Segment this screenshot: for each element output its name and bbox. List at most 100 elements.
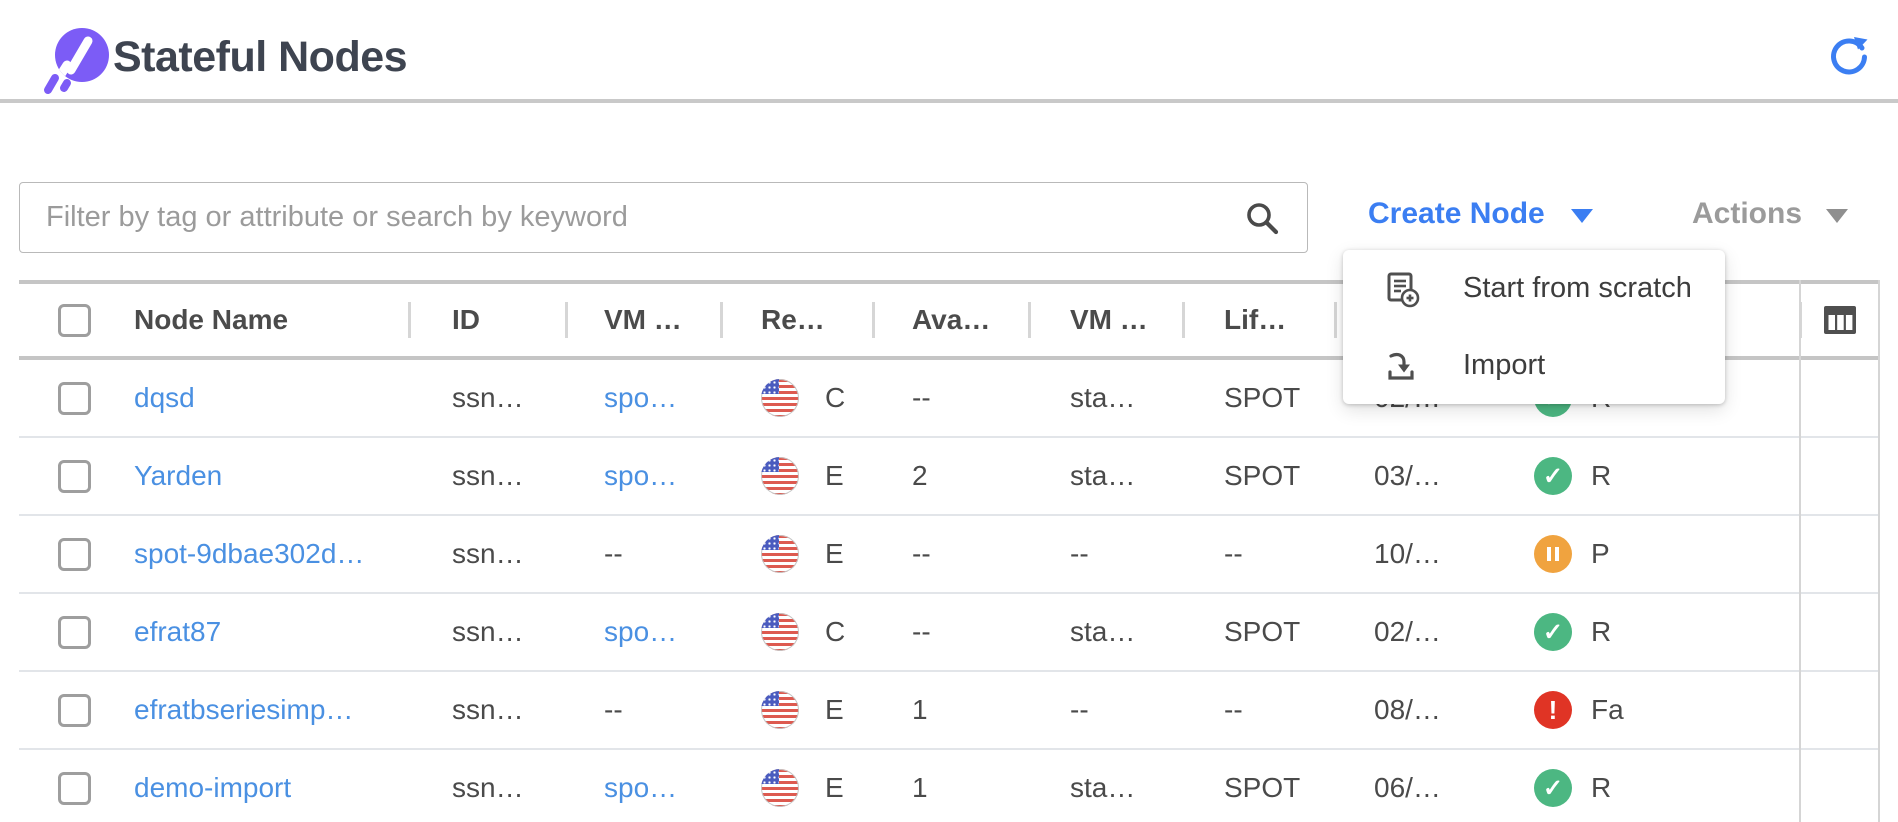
vm-link[interactable]: -- — [604, 538, 623, 570]
node-name-link[interactable]: efrat87 — [134, 616, 221, 648]
row-checkbox[interactable] — [58, 772, 91, 805]
row-checkbox[interactable] — [58, 694, 91, 727]
availability-zone-value: -- — [872, 516, 1028, 592]
import-icon — [1383, 347, 1421, 385]
column-picker-button[interactable] — [1823, 304, 1857, 339]
created-date-value: 08/… — [1334, 672, 1490, 748]
table-right-border — [1878, 280, 1880, 822]
running-status-icon — [1534, 457, 1572, 495]
chevron-down-icon — [1571, 209, 1593, 223]
status-text: R — [1591, 616, 1611, 648]
node-name-link[interactable]: spot-9dbae302d… — [134, 538, 364, 570]
running-status-icon — [1534, 769, 1572, 807]
vm-size-value: sta… — [1028, 750, 1182, 822]
node-id: ssn… — [452, 460, 524, 492]
menu-item-label: Start from scratch — [1463, 272, 1692, 305]
vm-link[interactable]: -- — [604, 694, 623, 726]
column-header-region[interactable]: Re… — [720, 284, 872, 356]
region-value: E — [825, 772, 844, 804]
row-checkbox[interactable] — [58, 616, 91, 649]
column-header-vm[interactable]: VM … — [565, 284, 720, 356]
node-name-link[interactable]: Yarden — [134, 460, 222, 492]
availability-zone-value: -- — [872, 594, 1028, 670]
filter-box — [19, 182, 1308, 253]
refresh-icon — [1828, 34, 1870, 76]
filter-input[interactable] — [19, 182, 1308, 253]
running-status-icon — [1534, 613, 1572, 651]
row-checkbox[interactable] — [58, 460, 91, 493]
table-row: demo-import ssn… spo… E 1 sta… SPOT 06/…… — [19, 750, 1880, 822]
actions-label: Actions — [1692, 197, 1802, 231]
us-flag-icon — [761, 769, 799, 807]
node-id: ssn… — [452, 772, 524, 804]
node-id: ssn… — [452, 616, 524, 648]
document-plus-icon — [1383, 270, 1421, 308]
node-name-link[interactable]: dqsd — [134, 382, 195, 414]
status-text: P — [1591, 538, 1610, 570]
create-node-label: Create Node — [1368, 197, 1545, 231]
spot-logo-icon — [40, 24, 112, 96]
vm-link[interactable]: spo… — [604, 772, 677, 804]
created-date-value: 03/… — [1334, 438, 1490, 514]
availability-zone-value: 1 — [872, 750, 1028, 822]
create-node-button[interactable]: Create Node — [1368, 197, 1593, 231]
columns-icon — [1823, 304, 1857, 336]
vm-size-value: -- — [1028, 516, 1182, 592]
node-id: ssn… — [452, 694, 524, 726]
vm-link[interactable]: spo… — [604, 616, 677, 648]
lifecycle-value: SPOT — [1182, 750, 1334, 822]
table-row: efrat87 ssn… spo… C -- sta… SPOT 02/… R — [19, 594, 1880, 672]
column-header-node-name[interactable]: Node Name — [110, 284, 408, 356]
us-flag-icon — [761, 379, 799, 417]
node-id: ssn… — [452, 538, 524, 570]
vm-size-value: sta… — [1028, 438, 1182, 514]
vm-link[interactable]: spo… — [604, 460, 677, 492]
region-value: E — [825, 538, 844, 570]
column-header-vm-size[interactable]: VM … — [1028, 284, 1182, 356]
us-flag-icon — [761, 691, 799, 729]
failed-status-icon — [1534, 691, 1572, 729]
menu-item-start-from-scratch[interactable]: Start from scratch — [1343, 250, 1725, 327]
created-date-value: 10/… — [1334, 516, 1490, 592]
table-body: dqsd ssn… spo… C -- sta… SPOT 02/… R Yar… — [19, 360, 1880, 822]
row-checkbox[interactable] — [58, 538, 91, 571]
us-flag-icon — [761, 613, 799, 651]
availability-zone-value: 1 — [872, 672, 1028, 748]
status-text: Fa — [1591, 694, 1624, 726]
vm-link[interactable]: spo… — [604, 382, 677, 414]
created-date-value: 06/… — [1334, 750, 1490, 822]
node-name-link[interactable]: demo-import — [134, 772, 291, 804]
page-title: Stateful Nodes — [113, 30, 407, 84]
column-header-lifecycle[interactable]: Lif… — [1182, 284, 1334, 356]
status-text: R — [1591, 772, 1611, 804]
chevron-down-icon — [1826, 209, 1848, 223]
column-divider — [1799, 280, 1801, 822]
create-node-menu: Start from scratch Import — [1343, 250, 1725, 404]
node-id: ssn… — [452, 382, 524, 414]
vm-size-value: sta… — [1028, 360, 1182, 436]
header-divider — [0, 99, 1898, 103]
lifecycle-value: -- — [1182, 672, 1334, 748]
stateful-nodes-page: Stateful Nodes Create Node Actions — [0, 0, 1898, 822]
region-value: E — [825, 694, 844, 726]
us-flag-icon — [761, 457, 799, 495]
table-row: efratbseriesimp… ssn… -- E 1 -- -- 08/… … — [19, 672, 1880, 750]
lifecycle-value: SPOT — [1182, 594, 1334, 670]
created-date-value: 02/… — [1334, 594, 1490, 670]
select-all-checkbox[interactable] — [58, 304, 91, 337]
node-name-link[interactable]: efratbseriesimp… — [134, 694, 353, 726]
menu-item-label: Import — [1463, 349, 1545, 382]
actions-button[interactable]: Actions — [1692, 197, 1848, 231]
lifecycle-value: SPOT — [1182, 438, 1334, 514]
row-checkbox[interactable] — [58, 382, 91, 415]
lifecycle-value: SPOT — [1182, 360, 1334, 436]
search-icon — [1244, 200, 1280, 236]
menu-item-import[interactable]: Import — [1343, 327, 1725, 404]
column-header-id[interactable]: ID — [408, 284, 565, 356]
region-value: E — [825, 460, 844, 492]
region-value: C — [825, 382, 845, 414]
column-header-availability[interactable]: Ava… — [872, 284, 1028, 356]
refresh-button[interactable] — [1828, 34, 1870, 76]
us-flag-icon — [761, 535, 799, 573]
status-text: R — [1591, 460, 1611, 492]
